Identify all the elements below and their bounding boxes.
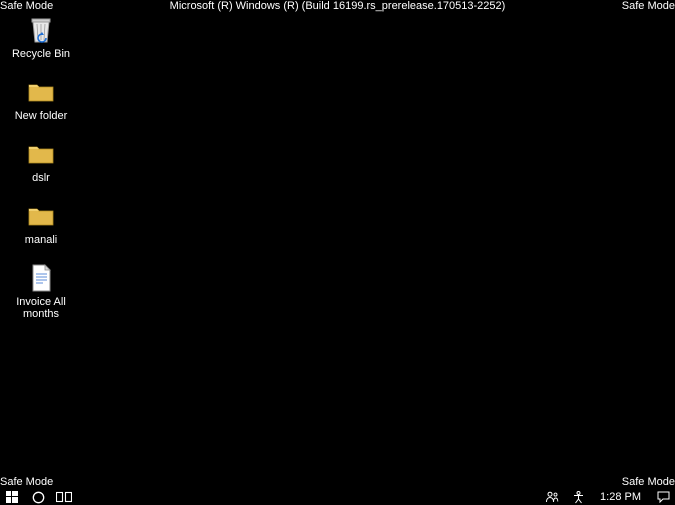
task-view-button[interactable] <box>56 489 72 505</box>
tray-ease-of-access-button[interactable] <box>570 489 586 505</box>
desktop-icon-label: Invoice All months <box>8 296 74 320</box>
folder-icon <box>25 200 57 232</box>
safe-mode-label-bottom-right: Safe Mode <box>622 476 675 488</box>
circle-icon <box>32 491 45 504</box>
desktop-icon-manali[interactable]: manali <box>6 200 76 246</box>
document-icon <box>25 262 57 294</box>
safe-mode-label-top-right: Safe Mode <box>622 0 675 12</box>
recycle-bin-icon <box>25 14 57 46</box>
action-center-button[interactable] <box>655 489 671 505</box>
desktop-icon-recycle-bin[interactable]: Recycle Bin <box>6 14 76 60</box>
desktop-icon-new-folder[interactable]: New folder <box>6 76 76 122</box>
tray-people-button[interactable] <box>544 489 560 505</box>
people-icon <box>545 491 559 503</box>
safe-mode-label-top-left: Safe Mode <box>0 0 53 12</box>
cortana-search-button[interactable] <box>30 489 46 505</box>
safe-mode-label-bottom-left: Safe Mode <box>0 476 53 488</box>
start-button[interactable] <box>4 489 20 505</box>
taskbar-clock[interactable]: 1:28 PM <box>596 491 645 503</box>
desktop-icon-label: New folder <box>15 110 68 122</box>
desktop[interactable]: Recycle Bin New folder dslr manali <box>6 14 76 320</box>
folder-icon <box>25 76 57 108</box>
windows-logo-icon <box>6 491 18 503</box>
notification-icon <box>657 491 670 503</box>
desktop-icon-label: manali <box>25 234 57 246</box>
task-view-icon <box>56 491 72 503</box>
desktop-icon-label: dslr <box>32 172 50 184</box>
desktop-icon-label: Recycle Bin <box>12 48 70 60</box>
accessibility-icon <box>572 491 585 504</box>
taskbar: 1:28 PM <box>0 489 675 505</box>
desktop-icon-dslr[interactable]: dslr <box>6 138 76 184</box>
desktop-icon-invoice-all-months[interactable]: Invoice All months <box>6 262 76 320</box>
windows-build-label: Microsoft (R) Windows (R) (Build 16199.r… <box>170 0 506 12</box>
folder-icon <box>25 138 57 170</box>
